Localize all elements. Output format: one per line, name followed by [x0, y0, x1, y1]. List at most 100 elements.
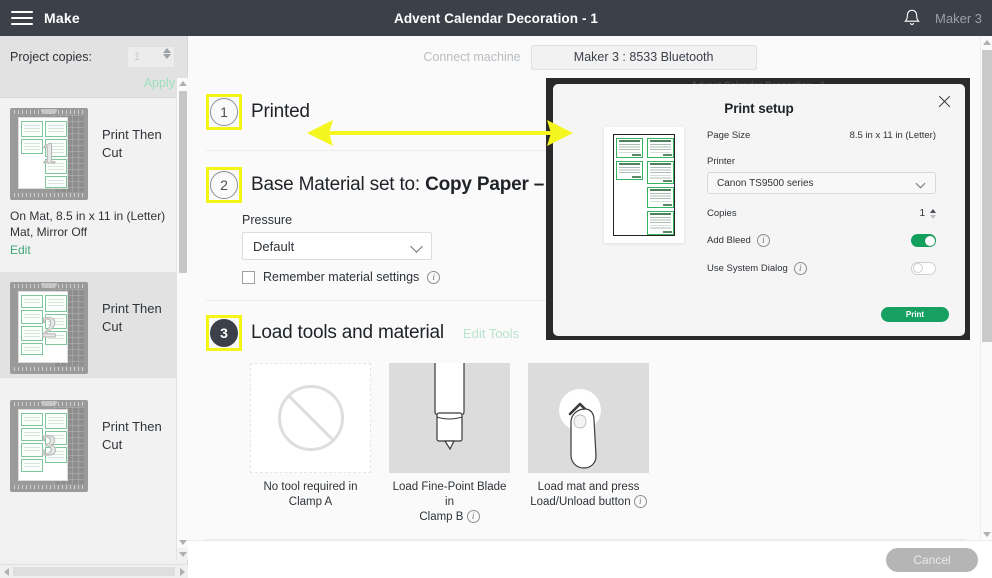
use-system-dialog-row: Use System Dialog i — [707, 262, 936, 275]
top-bar: Make Advent Calendar Decoration - 1 Make… — [0, 0, 992, 36]
preview-card — [647, 187, 674, 208]
chevron-down-icon — [410, 240, 423, 253]
dialog-title: Print setup — [724, 101, 794, 116]
scroll-up-icon[interactable] — [177, 78, 188, 89]
info-icon[interactable]: i — [793, 262, 807, 275]
scroll-down-icon[interactable] — [177, 549, 188, 560]
printer-select[interactable]: Canon TS9500 series — [707, 172, 936, 194]
step-2-badge: 2 — [210, 171, 238, 199]
page-size-row: Page Size 8.5 in x 11 in (Letter) — [707, 130, 936, 141]
info-icon[interactable]: i — [466, 510, 480, 524]
tool-caption-c-line2-text: Load/Unload button — [530, 496, 631, 508]
mat-card — [21, 443, 43, 457]
connect-machine-row: Connect machine Maker 3 : 8533 Bluetooth — [188, 36, 992, 78]
stepper-down-icon[interactable] — [930, 214, 936, 219]
steps-vertical-scrollbar[interactable] — [177, 78, 188, 548]
main-vertical-scrollbar[interactable] — [980, 36, 992, 540]
mat-card — [21, 428, 43, 441]
mat-card — [21, 326, 43, 341]
scroll-right-icon[interactable] — [176, 565, 188, 578]
cancel-button[interactable]: Cancel — [886, 548, 978, 572]
sidebar-horizontal-scrollbar[interactable] — [0, 564, 188, 578]
tool-caption-a-line1: No tool required in — [263, 481, 358, 493]
machine-selector-button[interactable]: Maker 3 : 8533 Bluetooth — [530, 44, 757, 70]
mat-label-3: Print Then Cut — [88, 400, 162, 454]
mat-list: 1 Print Then Cut On Mat, 8.5 in x 11 in … — [0, 98, 188, 560]
bell-icon[interactable] — [903, 8, 921, 28]
mat-list-item-2[interactable]: 2 Print Then Cut — [0, 272, 188, 378]
stepper-up-icon[interactable] — [930, 208, 936, 213]
page-size-value: 8.5 in x 11 in (Letter) — [849, 130, 936, 141]
mat-label-line2: Cut — [102, 145, 123, 160]
tool-caption-b: Load Fine-Point Blade in Clamp B i — [389, 473, 510, 525]
page-size-label: Page Size — [707, 130, 751, 141]
add-bleed-toggle[interactable] — [911, 234, 936, 247]
tool-caption-b-line2: Clamp B i — [389, 510, 510, 525]
mat-card — [45, 159, 67, 174]
mat-label-line1: Print Then — [102, 301, 162, 316]
mat-card — [21, 310, 43, 324]
no-tool-image — [250, 363, 371, 473]
scroll-up-icon[interactable] — [981, 36, 992, 48]
printer-value: Canon TS9500 series — [717, 177, 814, 189]
scroll-left-icon[interactable] — [0, 565, 12, 578]
hamburger-icon[interactable] — [0, 0, 44, 36]
tool-caption-c-line1: Load mat and press — [537, 481, 640, 493]
tool-caption-a: No tool required in Clamp A — [250, 473, 371, 510]
mat-card — [45, 314, 67, 329]
print-preview — [604, 127, 684, 243]
mat-page — [18, 117, 68, 189]
tool-caption-c-line2: Load/Unload button i — [528, 495, 649, 510]
step-1-badge-highlight: 1 — [206, 94, 242, 130]
close-icon[interactable] — [937, 94, 953, 110]
base-material-label: Base Material set to: — [251, 174, 420, 195]
scrollbar-thumb[interactable] — [982, 50, 992, 342]
mat-ruler-top — [14, 284, 84, 288]
stepper-up-icon[interactable] — [163, 48, 171, 53]
add-bleed-label: Add Bleed — [707, 235, 751, 246]
step-1-title: Printed — [251, 101, 310, 122]
project-copies-stepper[interactable] — [163, 48, 171, 59]
mat-label-line1: Print Then — [102, 419, 162, 434]
apply-button[interactable]: Apply — [144, 76, 175, 90]
mat-list-item-3[interactable]: 3 Print Then Cut — [0, 390, 188, 496]
edit-tools-link[interactable]: Edit Tools — [463, 326, 519, 341]
use-system-dialog-toggle[interactable] — [911, 262, 936, 275]
mat-label-line1: Print Then — [102, 127, 162, 142]
mat-card — [45, 431, 67, 445]
print-button[interactable]: Print — [881, 307, 949, 322]
mat-meta: On Mat, 8.5 in x 11 in (Letter) Mat, Mir… — [0, 204, 188, 272]
project-copies-input[interactable]: 1 — [127, 46, 175, 68]
step-1-badge: 1 — [210, 98, 238, 126]
mat-list-item-1[interactable]: 1 Print Then Cut — [0, 98, 188, 204]
mat-edit-link[interactable]: Edit — [10, 242, 31, 258]
mat-label-1: Print Then Cut — [88, 108, 162, 162]
no-tool-icon — [277, 385, 344, 451]
mat-meta-line1: On Mat, 8.5 in x 11 in (Letter) — [10, 209, 166, 223]
info-icon[interactable]: i — [756, 234, 770, 247]
app-label: Make — [44, 10, 80, 26]
tool-caption-c: Load mat and press Load/Unload button i — [528, 473, 649, 510]
copies-value: 1 — [919, 208, 925, 219]
connect-machine-label: Connect machine — [423, 50, 521, 64]
remember-settings-checkbox[interactable] — [242, 270, 255, 284]
pressure-select[interactable]: Default — [242, 232, 432, 260]
preview-card — [616, 161, 643, 180]
copies-stepper[interactable]: 1 — [919, 208, 936, 219]
scrollbar-thumb[interactable] — [179, 91, 187, 273]
mat-ruler-top — [14, 402, 84, 406]
mat-label-line2: Cut — [102, 319, 123, 334]
info-icon[interactable]: i — [633, 495, 647, 509]
mat-card — [21, 459, 43, 472]
mat-card — [45, 413, 67, 429]
scrollbar-thumb[interactable] — [13, 567, 175, 576]
scroll-down-icon[interactable] — [177, 537, 188, 548]
tool-caption-b-line1: Load Fine-Point Blade in — [392, 481, 507, 508]
tool-card-clamp-a: No tool required in Clamp A — [250, 363, 371, 525]
scroll-down-icon[interactable] — [981, 528, 992, 540]
topbar-machine-label[interactable]: Maker 3 — [935, 11, 982, 26]
dialog-body: Page Size 8.5 in x 11 in (Letter) Printe… — [553, 116, 965, 290]
info-icon[interactable]: i — [427, 270, 441, 284]
preview-card — [616, 138, 643, 158]
stepper-down-icon[interactable] — [163, 54, 171, 59]
